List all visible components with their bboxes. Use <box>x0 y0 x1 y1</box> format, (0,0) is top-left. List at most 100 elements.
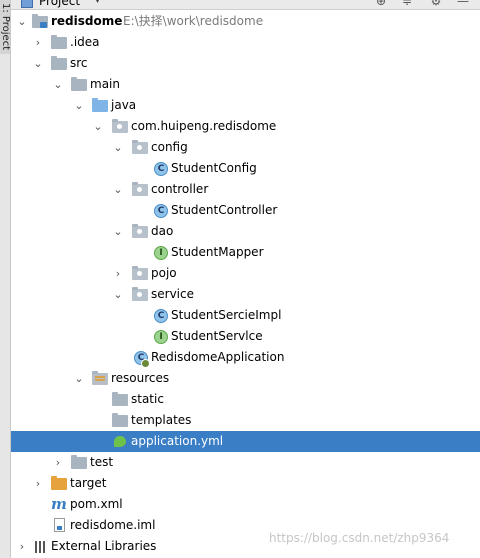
watermark: https://blog.csdn.net/zhp9364 <box>269 531 450 545</box>
tree-row-templates[interactable]: templates <box>11 410 480 431</box>
tree-row-resources[interactable]: ⌄ resources <box>11 368 480 389</box>
tree-label-root: redisdome <box>51 14 123 28</box>
tree-label-test: test <box>90 455 114 469</box>
tree-label-external-libraries: External Libraries <box>51 539 157 553</box>
tree-label-application-yml: application.yml <box>131 434 224 448</box>
tree-row-service[interactable]: ⌄ service <box>11 284 480 305</box>
chevron-down-icon[interactable]: ⌄ <box>72 368 86 389</box>
tree-row-test[interactable]: › test <box>11 452 480 473</box>
project-view-icon <box>21 0 33 8</box>
tree-row-dao[interactable]: ⌄ dao <box>11 221 480 242</box>
chevron-down-icon[interactable]: ⌄ <box>111 179 125 200</box>
interface-icon: I <box>154 246 168 260</box>
tree-row-student-service-impl[interactable]: C StudentSercieImpl <box>11 305 480 326</box>
gear-icon[interactable]: ⚙ <box>429 0 443 8</box>
folder-icon <box>112 392 128 406</box>
tree-label-dao: dao <box>151 224 174 238</box>
interface-icon: I <box>154 330 168 344</box>
chevron-down-icon[interactable]: ⌄ <box>111 221 125 242</box>
chevron-down-icon[interactable]: ▾ <box>95 0 100 8</box>
tree-row-controller[interactable]: ⌄ controller <box>11 179 480 200</box>
resources-folder-icon <box>92 371 108 385</box>
tree-row-student-controller[interactable]: C StudentController <box>11 200 480 221</box>
chevron-down-icon[interactable]: ⌄ <box>111 137 125 158</box>
chevron-down-icon[interactable]: ⌄ <box>91 116 105 137</box>
tree-row-static[interactable]: static <box>11 389 480 410</box>
project-tool-tab[interactable]: 1: Project <box>0 0 10 54</box>
tree-row-pom[interactable]: m pom.xml <box>11 494 480 515</box>
folder-icon <box>51 35 67 49</box>
collapse-all-icon[interactable]: ≑ <box>400 0 414 8</box>
chevron-right-icon[interactable]: › <box>31 32 45 53</box>
class-icon: C <box>154 309 168 323</box>
project-tree: ⌄ redisdome E:\抉择\work\redisdome › .idea… <box>11 11 480 557</box>
class-icon: C <box>154 204 168 218</box>
folder-icon <box>51 56 67 70</box>
tree-label-student-controller: StudentController <box>171 203 278 217</box>
tree-label-app-class: RedisdomeApplication <box>151 350 285 364</box>
tree-row-student-mapper[interactable]: I StudentMapper <box>11 242 480 263</box>
tree-label-src: src <box>70 56 88 70</box>
tree-row-idea[interactable]: › .idea <box>11 32 480 53</box>
chevron-right-icon[interactable]: › <box>51 452 65 473</box>
tree-label-pojo: pojo <box>151 266 177 280</box>
chevron-right-icon[interactable]: › <box>31 473 45 494</box>
tree-row-app-class[interactable]: C RedisdomeApplication <box>11 347 480 368</box>
locate-icon[interactable]: ⊕ <box>374 0 388 8</box>
hide-icon[interactable]: — <box>456 0 470 8</box>
spring-app-class-icon: C <box>134 351 150 368</box>
folder-icon <box>71 77 87 91</box>
tree-label-student-config: StudentConfig <box>171 161 257 175</box>
class-icon: C <box>154 162 168 176</box>
tree-label-target: target <box>70 476 107 490</box>
tree-label-student-mapper: StudentMapper <box>171 245 264 259</box>
chevron-down-icon[interactable]: ⌄ <box>31 53 45 74</box>
package-icon <box>132 266 148 280</box>
tree-label-java: java <box>111 98 137 112</box>
chevron-down-icon[interactable]: ⌄ <box>15 11 29 32</box>
tree-label-student-service-impl: StudentSercieImpl <box>171 308 282 322</box>
tree-label-service: service <box>151 287 194 301</box>
package-icon <box>132 224 148 238</box>
chevron-down-icon[interactable]: ⌄ <box>51 74 65 95</box>
project-toolbar: Project ▾ ⊕ ≑ ⚙ — <box>11 0 480 10</box>
package-icon <box>132 287 148 301</box>
project-tool-tab-label: 1: Project <box>0 3 10 51</box>
tree-label-package: com.huipeng.redisdome <box>131 119 277 133</box>
package-icon <box>132 182 148 196</box>
project-view-title[interactable]: Project <box>39 0 80 8</box>
chevron-right-icon[interactable]: › <box>111 263 125 284</box>
tree-label-templates: templates <box>131 413 192 427</box>
tree-row-java[interactable]: ⌄ java <box>11 95 480 116</box>
tree-label-resources: resources <box>111 371 170 385</box>
root-path-hint: E:\抉择\work\redisdome <box>123 14 264 28</box>
source-folder-icon <box>92 98 108 112</box>
folder-icon <box>112 413 128 427</box>
module-folder-icon <box>32 14 48 28</box>
chevron-right-icon[interactable]: › <box>15 536 29 557</box>
tree-row-application-yml[interactable]: application.yml <box>11 431 480 452</box>
package-icon <box>112 119 128 133</box>
tree-row-package[interactable]: ⌄ com.huipeng.redisdome <box>11 116 480 137</box>
tree-label-student-service: StudentServlce <box>171 329 263 343</box>
tree-row-pojo[interactable]: › pojo <box>11 263 480 284</box>
maven-icon: m <box>51 495 67 513</box>
excluded-folder-icon <box>51 476 67 490</box>
tree-row-main[interactable]: ⌄ main <box>11 74 480 95</box>
tree-row-student-config[interactable]: C StudentConfig <box>11 158 480 179</box>
tree-row-target[interactable]: › target <box>11 473 480 494</box>
tree-label-controller: controller <box>151 182 209 196</box>
chevron-down-icon[interactable]: ⌄ <box>111 284 125 305</box>
spring-yml-icon <box>114 435 128 449</box>
libraries-icon <box>34 541 48 553</box>
package-icon <box>132 140 148 154</box>
tree-row-src[interactable]: ⌄ src <box>11 53 480 74</box>
chevron-down-icon[interactable]: ⌄ <box>72 95 86 116</box>
tree-label-config: config <box>151 140 188 154</box>
module-file-icon <box>54 518 65 532</box>
tree-row-config[interactable]: ⌄ config <box>11 137 480 158</box>
tool-window-strip: 1: Project <box>0 0 11 558</box>
tree-row-student-service[interactable]: I StudentServlce <box>11 326 480 347</box>
tree-row-root[interactable]: ⌄ redisdome E:\抉择\work\redisdome <box>11 11 480 32</box>
tree-label-idea: idea <box>73 35 100 49</box>
